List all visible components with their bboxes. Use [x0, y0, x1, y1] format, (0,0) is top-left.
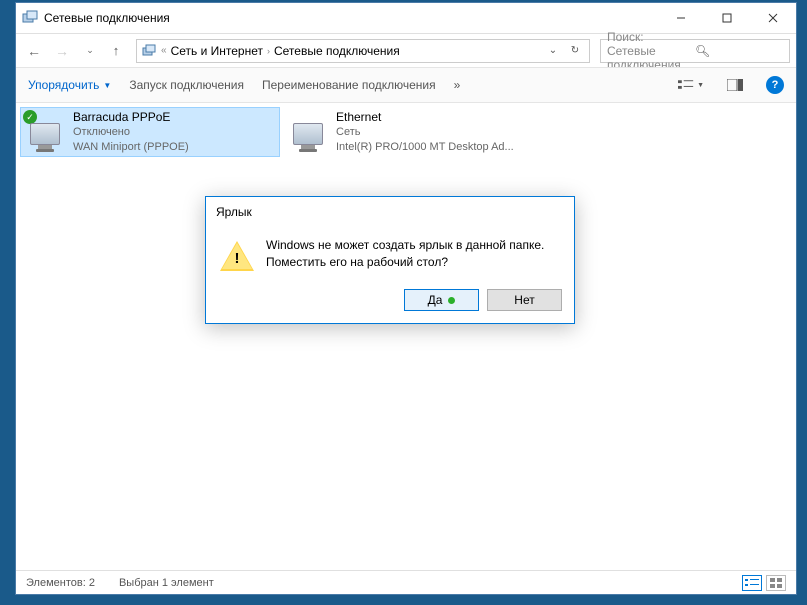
- titlebar: Сетевые подключения: [16, 3, 796, 33]
- search-icon: 🔍︎: [695, 44, 783, 58]
- toolbar-overflow[interactable]: »: [454, 78, 461, 92]
- window-title: Сетевые подключения: [44, 11, 658, 25]
- status-badge-icon: ✓: [23, 110, 37, 124]
- address-bar[interactable]: « Сеть и Интернет › Сетевые подключения …: [136, 39, 590, 63]
- connection-status: Сеть: [336, 125, 540, 140]
- breadcrumb-level1[interactable]: Сеть и Интернет: [171, 44, 263, 58]
- connection-text: Ethernet Сеть Intel(R) PRO/1000 MT Deskt…: [336, 109, 540, 155]
- nav-bar: ← → ⌄ ↑ « Сеть и Интернет › Сетевые подк…: [16, 33, 796, 67]
- shortcut-dialog: Ярлык ! Windows не может создать ярлык в…: [205, 196, 575, 324]
- rename-connection-button[interactable]: Переименование подключения: [262, 78, 436, 92]
- preview-pane-button[interactable]: [722, 74, 748, 96]
- connection-name: Barracuda PPPoE: [73, 109, 275, 125]
- content-area: ✓ Barracuda PPPoE Отключено WAN Miniport…: [16, 103, 796, 570]
- dialog-line1: Windows не может создать ярлык в данной …: [266, 237, 544, 254]
- no-button[interactable]: Нет: [487, 289, 562, 311]
- status-bar: Элементов: 2 Выбран 1 элемент: [16, 570, 796, 594]
- connection-device: Intel(R) PRO/1000 MT Desktop Ad...: [336, 140, 540, 155]
- breadcrumb-level2[interactable]: Сетевые подключения: [274, 44, 400, 58]
- recent-dropdown[interactable]: ⌄: [78, 39, 102, 63]
- maximize-button[interactable]: [704, 3, 750, 33]
- icons-view-button[interactable]: [766, 575, 786, 591]
- window-icon: [22, 10, 38, 26]
- dialog-title: Ярлык: [206, 197, 574, 227]
- connection-item-ethernet[interactable]: Ethernet Сеть Intel(R) PRO/1000 MT Deskt…: [284, 107, 544, 157]
- start-connection-button[interactable]: Запуск подключения: [129, 78, 244, 92]
- connection-device: WAN Miniport (PPPOE): [73, 140, 275, 155]
- connection-text: Barracuda PPPoE Отключено WAN Miniport (…: [73, 109, 275, 155]
- minimize-button[interactable]: [658, 3, 704, 33]
- connection-name: Ethernet: [336, 109, 540, 125]
- address-chevron-left: «: [161, 45, 167, 56]
- dialog-buttons: Да Нет: [206, 285, 574, 323]
- address-right-controls: ⌄ ↻: [543, 41, 585, 61]
- address-dropdown[interactable]: ⌄: [543, 41, 563, 61]
- up-button[interactable]: ↑: [106, 41, 126, 61]
- forward-button[interactable]: →: [50, 39, 74, 63]
- search-input[interactable]: Поиск: Сетевые подключения 🔍︎: [600, 39, 790, 63]
- location-icon: [141, 43, 157, 59]
- connection-status: Отключено: [73, 125, 275, 140]
- refresh-button[interactable]: ↻: [565, 41, 585, 61]
- breadcrumb: Сеть и Интернет › Сетевые подключения: [171, 44, 539, 58]
- view-options-button[interactable]: ▼: [678, 74, 704, 96]
- help-button[interactable]: ?: [766, 76, 784, 94]
- breadcrumb-sep-icon: ›: [267, 46, 270, 56]
- details-view-button[interactable]: [742, 575, 762, 591]
- connection-item-barracuda[interactable]: ✓ Barracuda PPPoE Отключено WAN Miniport…: [20, 107, 280, 157]
- connection-icon: [288, 112, 328, 152]
- cursor-indicator: [448, 297, 455, 304]
- window-controls: [658, 3, 796, 33]
- dialog-message: Windows не может создать ярлык в данной …: [266, 237, 544, 271]
- search-placeholder: Поиск: Сетевые подключения: [607, 30, 695, 72]
- warning-icon: !: [220, 241, 254, 271]
- item-count: Элементов: 2: [26, 577, 95, 589]
- dialog-line2: Поместить его на рабочий стол?: [266, 254, 544, 271]
- dialog-body: ! Windows не может создать ярлык в данно…: [206, 227, 574, 285]
- toolbar: Упорядочить ▼ Запуск подключения Переиме…: [16, 67, 796, 103]
- close-button[interactable]: [750, 3, 796, 33]
- back-button[interactable]: ←: [22, 39, 46, 63]
- yes-button[interactable]: Да: [404, 289, 479, 311]
- organize-menu[interactable]: Упорядочить ▼: [28, 78, 111, 92]
- selection-count: Выбран 1 элемент: [119, 577, 214, 589]
- connection-icon: ✓: [25, 112, 65, 152]
